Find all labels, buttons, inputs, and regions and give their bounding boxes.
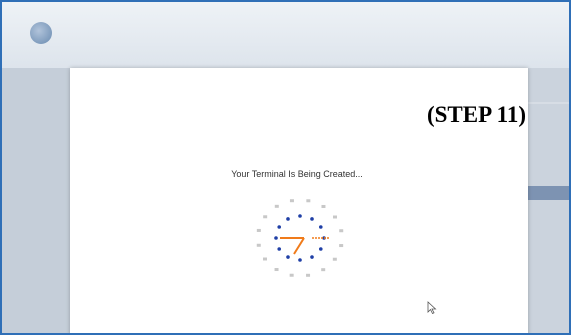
- spinner-faded-dot: [339, 229, 344, 233]
- spinner-faded-dot: [339, 244, 344, 248]
- spinner-faded-dot: [321, 268, 326, 272]
- spinner-faded-dot: [321, 204, 326, 208]
- spinner-faded-dot: [256, 228, 261, 232]
- spinner-faded-dot: [274, 204, 279, 208]
- spinner-active-dot: [310, 217, 314, 221]
- spinner-faded-dot: [306, 199, 311, 203]
- spinner-active-dot: [310, 255, 314, 259]
- loading-clock-spinner-icon: [256, 199, 344, 277]
- spinner-faded-dot: [289, 273, 294, 277]
- spinner-faded-dot: [332, 257, 337, 261]
- spinner-active-dot: [318, 247, 323, 251]
- spinner-active-dot: [286, 255, 290, 259]
- spinner-active-dot: [298, 258, 302, 262]
- spinner-active-dot: [277, 247, 282, 251]
- spinner-faded-dot: [333, 215, 338, 219]
- spinner-active-dot: [318, 225, 323, 229]
- spinner-active-dot: [286, 217, 290, 221]
- spinner-faded-dot: [256, 243, 261, 247]
- status-text: Your Terminal Is Being Created...: [231, 169, 363, 179]
- creating-terminal-modal: (STEP 11) Your Terminal Is Being Created…: [70, 68, 528, 333]
- spinner-faded-dot: [262, 257, 267, 261]
- spinner-faded-dot: [289, 199, 294, 203]
- mouse-cursor-icon: [427, 301, 437, 315]
- spinner-active-dot: [277, 225, 282, 229]
- background-right-highlight-bar: [528, 186, 569, 200]
- spinner-faded-dot: [306, 273, 311, 277]
- background-right-panel: [528, 68, 569, 333]
- spinner-active-dot: [298, 214, 302, 218]
- spinner-active-dot: [274, 236, 278, 240]
- screen: (STEP 11) Your Terminal Is Being Created…: [0, 0, 571, 335]
- app-logo-icon: [30, 22, 52, 44]
- background-app-header: [2, 2, 569, 69]
- step-label: (STEP 11): [426, 102, 526, 127]
- spinner-faded-dot: [263, 215, 268, 219]
- background-right-divider: [528, 102, 569, 104]
- spinner-faded-dot: [274, 268, 279, 272]
- background-sidebar: [2, 68, 70, 333]
- spinner-hand-diagonal: [293, 237, 305, 255]
